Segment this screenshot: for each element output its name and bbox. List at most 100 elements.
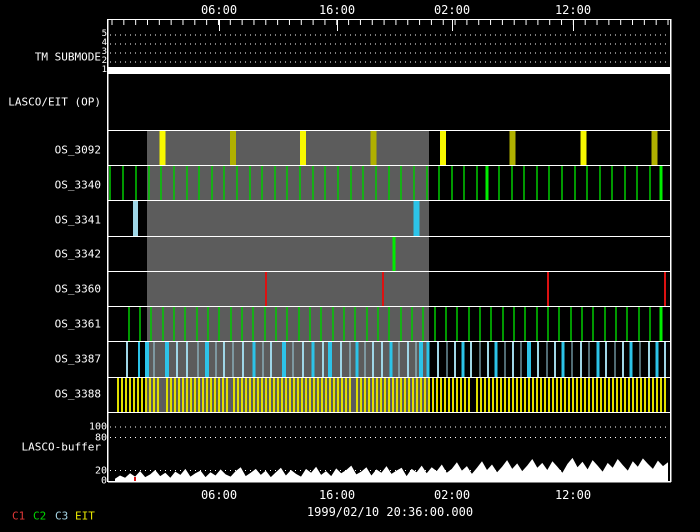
- event-stripe: [170, 378, 172, 412]
- event-stripe: [222, 378, 224, 412]
- minor-tick: [372, 20, 373, 25]
- major-tick: [573, 20, 574, 31]
- event-line: [109, 166, 111, 200]
- event-stripe: [388, 378, 390, 412]
- event-mark: [263, 342, 264, 377]
- tm-ytick-label: 3: [0, 47, 107, 57]
- event-mark: [282, 342, 286, 377]
- active-period-shade: [147, 201, 429, 236]
- event-line: [186, 166, 188, 200]
- top-time-label: 06:00: [189, 3, 249, 17]
- event-line: [490, 307, 492, 341]
- panel-separator: [108, 412, 671, 413]
- minor-tick: [526, 20, 527, 25]
- event-mark: [322, 342, 324, 377]
- minor-tick: [478, 20, 479, 25]
- event-mark: [470, 342, 472, 377]
- bottom-time-label: 06:00: [189, 488, 249, 502]
- minor-tick: [218, 20, 219, 25]
- event-line: [561, 166, 563, 200]
- event-line: [524, 307, 526, 341]
- event-mark: [562, 342, 565, 377]
- row-label-os_3340: OS_3340: [0, 179, 101, 192]
- event-mark: [138, 342, 140, 377]
- event-line: [626, 307, 628, 341]
- event-stripe: [376, 378, 378, 412]
- minor-tick: [561, 20, 562, 25]
- row-label-os_3387: OS_3387: [0, 353, 101, 366]
- event-line: [498, 166, 500, 200]
- event-stripe: [237, 378, 239, 412]
- row-label-os_3341: OS_3341: [0, 214, 101, 227]
- event-stripe: [432, 378, 434, 412]
- event-line: [451, 166, 453, 200]
- event-stripe: [206, 378, 208, 412]
- right-border: [670, 19, 672, 482]
- event-mark: [242, 342, 244, 377]
- event-stripe: [341, 378, 343, 412]
- event-line: [173, 166, 175, 200]
- bottom-time-label: 02:00: [422, 488, 482, 502]
- event-line: [476, 166, 478, 200]
- event-mark: [554, 342, 556, 377]
- event-stripe: [117, 378, 119, 412]
- event-mark: [664, 342, 666, 377]
- event-mark: [615, 342, 616, 377]
- event-mark: [390, 342, 393, 377]
- event-stripe: [129, 378, 131, 412]
- event-stripe: [420, 378, 422, 412]
- event-line: [649, 166, 651, 200]
- top-time-label: 02:00: [422, 3, 482, 17]
- event-stripe: [305, 378, 307, 412]
- event-stripe: [600, 378, 602, 412]
- minor-tick: [549, 20, 550, 25]
- panel-separator: [108, 271, 671, 272]
- event-line: [574, 166, 576, 200]
- left-border: [107, 19, 109, 482]
- panel-separator: [108, 200, 671, 201]
- event-stripe: [218, 378, 220, 412]
- event-stripe: [592, 378, 594, 412]
- event-stripe: [584, 378, 586, 412]
- panel-separator: [108, 236, 671, 237]
- event-line: [122, 166, 124, 200]
- minor-tick: [395, 20, 396, 25]
- event-line: [558, 307, 560, 341]
- minor-tick: [384, 20, 385, 25]
- event-mark: [480, 342, 481, 377]
- event-mark: [160, 131, 166, 165]
- legend-item-c2: C2: [33, 510, 46, 523]
- minor-tick: [206, 20, 207, 25]
- event-line: [324, 166, 326, 200]
- event-stripe: [345, 378, 347, 412]
- event-stripe: [321, 378, 323, 412]
- top-axis-line: [108, 19, 671, 20]
- row-label-os_3388: OS_3388: [0, 388, 101, 401]
- event-stripe: [178, 378, 180, 412]
- event-stripe: [380, 378, 382, 412]
- minor-tick: [289, 20, 290, 25]
- event-stripe: [333, 378, 335, 412]
- event-line: [513, 307, 515, 341]
- event-stripe: [620, 378, 622, 412]
- event-mark: [660, 307, 663, 341]
- minor-tick: [324, 20, 325, 25]
- current-time-marker: [134, 477, 136, 481]
- event-mark: [414, 201, 420, 236]
- event-stripe: [564, 378, 566, 412]
- event-stripe: [608, 378, 610, 412]
- event-mark: [581, 131, 587, 165]
- minor-tick: [301, 20, 302, 25]
- event-line: [400, 307, 402, 341]
- event-line: [274, 166, 276, 200]
- event-stripe: [480, 378, 482, 412]
- event-mark: [505, 342, 506, 377]
- event-line: [599, 166, 601, 200]
- event-stripe: [133, 378, 135, 412]
- event-stripe: [504, 378, 506, 412]
- event-mark: [664, 272, 666, 306]
- event-line: [434, 307, 436, 341]
- event-stripe: [141, 378, 143, 412]
- event-mark: [154, 342, 155, 377]
- event-stripe: [500, 378, 502, 412]
